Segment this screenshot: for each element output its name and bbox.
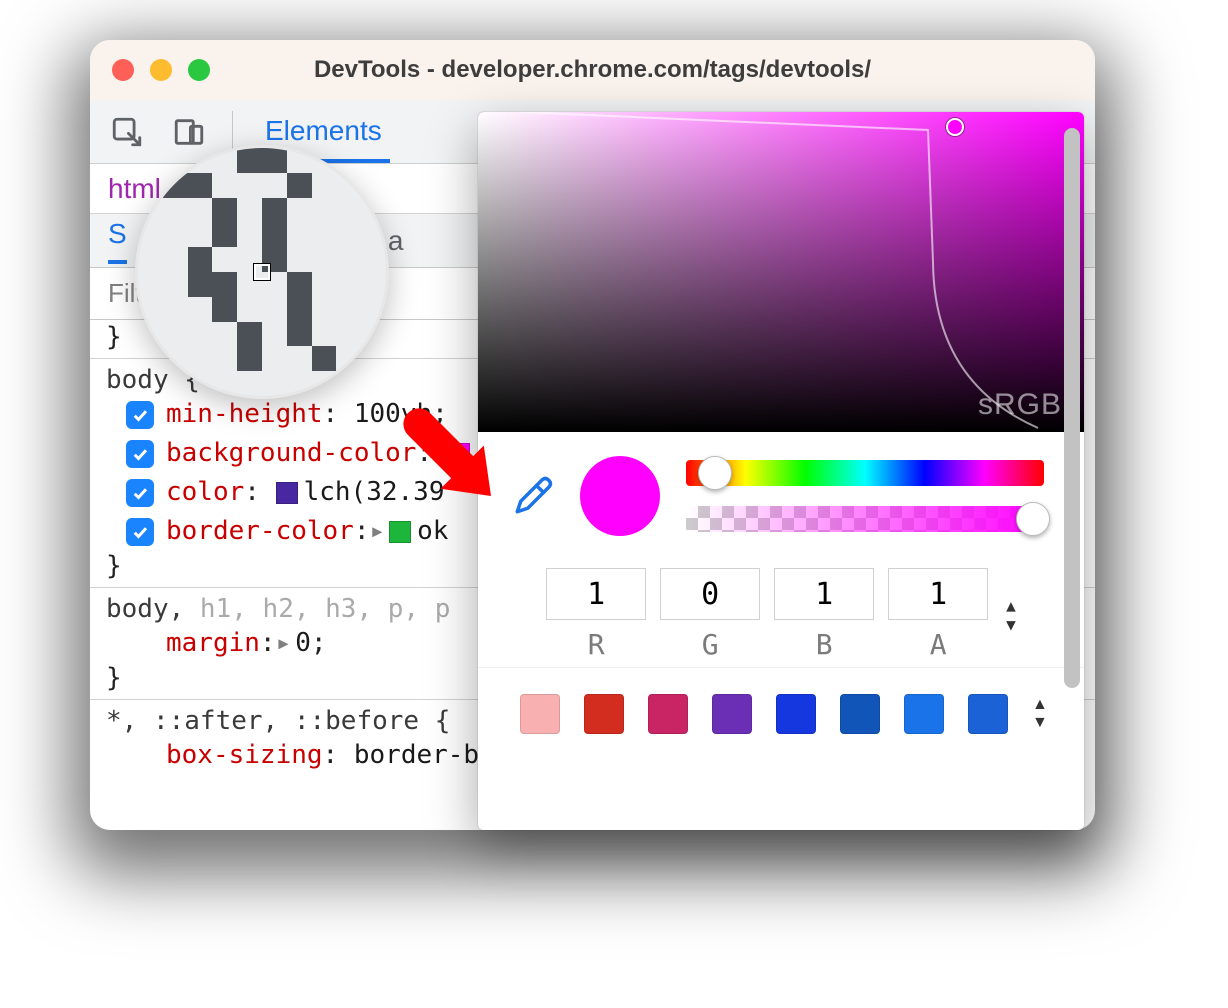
eyedropper-magnifier bbox=[135, 145, 389, 399]
input-r[interactable] bbox=[546, 568, 646, 620]
selector-grey[interactable]: h1, h2, h3, p, p bbox=[200, 594, 450, 624]
input-a[interactable] bbox=[888, 568, 988, 620]
color-inputs: R G B A ▲▼ bbox=[478, 540, 1084, 667]
eyedropper-icon[interactable] bbox=[512, 475, 554, 517]
format-stepper[interactable]: ▲▼ bbox=[1006, 596, 1016, 634]
titlebar: DevTools - developer.chrome.com/tags/dev… bbox=[90, 40, 1095, 100]
val-margin[interactable]: 0 bbox=[295, 624, 311, 663]
selector-body2[interactable]: body, bbox=[106, 594, 200, 624]
toggle-checkbox[interactable] bbox=[126, 518, 154, 546]
input-g[interactable] bbox=[660, 568, 760, 620]
palette-swatch[interactable] bbox=[712, 694, 752, 734]
prop-box-sizing[interactable]: box-sizing bbox=[166, 736, 323, 775]
palette-swatch[interactable] bbox=[520, 694, 560, 734]
toolbar-divider bbox=[232, 111, 233, 153]
picker-scrollbar[interactable] bbox=[1064, 124, 1080, 782]
subtab-styles-partial[interactable]: S bbox=[108, 218, 127, 264]
minimize-window-button[interactable] bbox=[150, 59, 172, 81]
spectrum-handle[interactable] bbox=[946, 118, 964, 136]
label-g: G bbox=[702, 628, 719, 661]
prop-border-color[interactable]: border-color bbox=[166, 512, 354, 551]
annotation-arrow-icon bbox=[395, 400, 515, 525]
close-window-button[interactable] bbox=[112, 59, 134, 81]
palette-swatch[interactable] bbox=[648, 694, 688, 734]
prop-background-color[interactable]: background-color bbox=[166, 434, 416, 473]
hue-slider[interactable] bbox=[686, 460, 1044, 486]
alpha-slider[interactable] bbox=[686, 506, 1044, 532]
device-toolbar-icon[interactable] bbox=[170, 113, 208, 151]
toggle-checkbox[interactable] bbox=[126, 401, 154, 429]
hue-knob[interactable] bbox=[698, 456, 732, 490]
label-a: A bbox=[930, 628, 947, 661]
scrollbar-thumb[interactable] bbox=[1064, 128, 1080, 688]
palette-row: ▲▼ bbox=[478, 667, 1084, 760]
color-picker-popover: sRGB R G bbox=[478, 112, 1084, 830]
palette-swatch[interactable] bbox=[776, 694, 816, 734]
prop-color[interactable]: color bbox=[166, 473, 244, 512]
window-title: DevTools - developer.chrome.com/tags/dev… bbox=[90, 56, 1095, 84]
input-b[interactable] bbox=[774, 568, 874, 620]
palette-swatch[interactable] bbox=[840, 694, 880, 734]
color-preview-dot bbox=[580, 456, 660, 536]
expand-triangle-icon[interactable]: ▸ bbox=[370, 512, 386, 551]
palette-swatch[interactable] bbox=[904, 694, 944, 734]
expand-triangle-icon[interactable]: ▸ bbox=[276, 624, 292, 663]
prop-min-height[interactable]: min-height bbox=[166, 395, 323, 434]
color-swatch-color[interactable] bbox=[276, 482, 298, 504]
maximize-window-button[interactable] bbox=[188, 59, 210, 81]
prop-margin[interactable]: margin bbox=[166, 624, 260, 663]
toggle-checkbox[interactable] bbox=[126, 440, 154, 468]
palette-stepper[interactable]: ▲▼ bbox=[1032, 696, 1048, 732]
gamut-label: sRGB bbox=[978, 388, 1062, 422]
label-b: B bbox=[816, 628, 833, 661]
inspect-element-icon[interactable] bbox=[108, 113, 146, 151]
label-r: R bbox=[588, 628, 605, 661]
magnifier-center bbox=[254, 264, 270, 280]
toggle-checkbox[interactable] bbox=[126, 479, 154, 507]
alpha-knob[interactable] bbox=[1016, 502, 1050, 536]
spectrum-area[interactable]: sRGB bbox=[478, 112, 1084, 432]
window-controls bbox=[112, 59, 210, 81]
palette-swatch[interactable] bbox=[584, 694, 624, 734]
palette-swatch[interactable] bbox=[968, 694, 1008, 734]
